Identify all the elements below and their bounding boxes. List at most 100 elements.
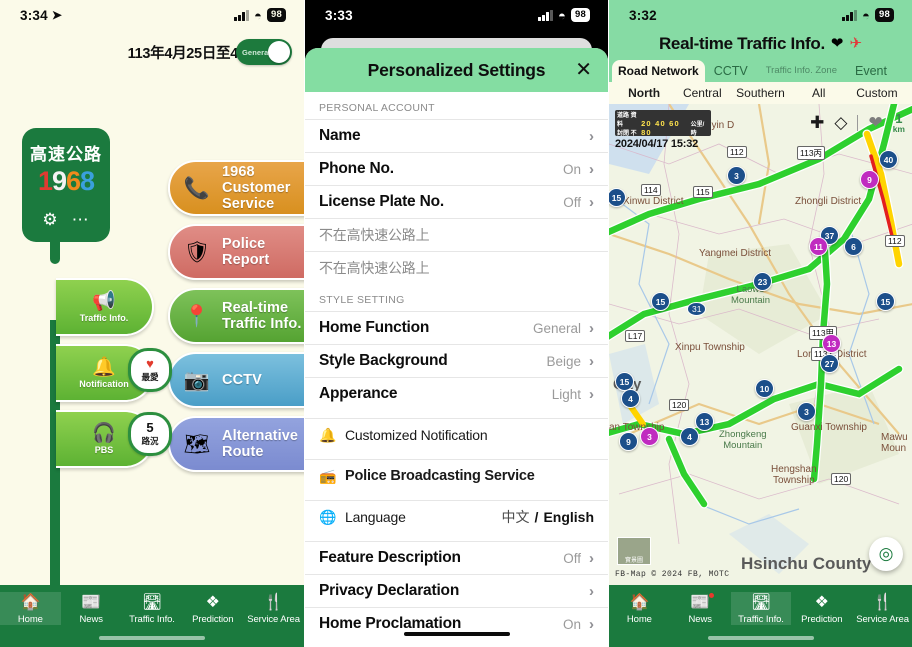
map-pin[interactable]: 9 [619, 432, 638, 451]
row-label: Phone No. [319, 160, 394, 177]
region-custom[interactable]: Custom [848, 86, 906, 100]
action-cctv[interactable]: 📷 CCTV [168, 352, 304, 408]
tab-cctv[interactable]: CCTV [705, 61, 757, 82]
setting-row-privacy-declaration[interactable]: Privacy Declaration › [305, 574, 608, 607]
map-pin[interactable]: 4 [680, 427, 699, 446]
tab-traffic-info[interactable]: 🛣 Traffic Info. [122, 592, 183, 626]
locate-icon[interactable]: ◎ [869, 537, 903, 571]
action-police-report[interactable]: 🛡 Police Report [168, 224, 304, 280]
map-pin[interactable]: 10 [755, 379, 774, 398]
language-option-english[interactable]: English [543, 509, 594, 525]
location-arrow-icon: ➤ [51, 8, 63, 22]
setting-row-style-background[interactable]: Style Background Beige › [305, 344, 608, 377]
mode-toggle-label: General [242, 47, 271, 57]
news-icon: 📰 [690, 594, 711, 611]
heart-icon[interactable]: ❤ [868, 113, 882, 133]
setting-row-feature-description[interactable]: Feature Description Off › [305, 541, 608, 574]
chevron-right-icon: › [589, 193, 594, 211]
action-label: 1968 Customer Service [222, 163, 291, 213]
page-title: Personalized Settings [367, 59, 546, 80]
tab-home[interactable]: 🏠 Home [609, 592, 670, 626]
badge-favorite[interactable]: ♥ 最愛 [128, 348, 172, 392]
status-time: 3:34 [20, 7, 48, 23]
map-pin[interactable]: 27 [820, 354, 839, 373]
map-pin[interactable]: 15 [876, 292, 895, 311]
action-customer-service[interactable]: 📞 1968 Customer Service [168, 160, 304, 216]
map-tab-bar: Road Network CCTV Traffic Info. Zone Eve… [609, 57, 912, 82]
map-photo-thumbnail[interactable]: 實景圖 [617, 537, 651, 565]
setting-row-phone-no[interactable]: Phone No. On › [305, 152, 608, 185]
map-pin[interactable]: 13 [695, 412, 714, 431]
row-label: Police Broadcasting Service [345, 468, 535, 484]
map-pin[interactable]: 23 [753, 272, 772, 291]
map-pin[interactable]: 11 [809, 237, 828, 256]
region-southern[interactable]: Southern [731, 86, 789, 100]
tab-service-area[interactable]: 🍴 Service Area [852, 592, 912, 626]
tab-news[interactable]: 📰 News [61, 592, 122, 626]
setting-row-language[interactable]: 🌐 Language 中文 / English [305, 500, 608, 533]
tab-home[interactable]: 🏠 Home [0, 585, 61, 640]
tab-road-network[interactable]: Road Network [612, 60, 705, 82]
route-shield: 120 [669, 399, 690, 411]
status-time: 3:33 [325, 7, 353, 23]
tab-news[interactable]: 📰 News [670, 592, 731, 625]
action-alternative-route[interactable]: 🗺 Alternative Route [168, 416, 304, 472]
map-pin[interactable]: 3 [640, 427, 659, 446]
phone-chat-icon: 📞 [183, 176, 211, 200]
action-label: Real-time Traffic Info. [222, 299, 302, 332]
map-pin[interactable]: 3 [727, 166, 746, 185]
map-pin[interactable]: 15 [651, 292, 670, 311]
tab-label: Prediction [801, 614, 843, 625]
setting-row-name[interactable]: Name › [305, 119, 608, 152]
route-slash-icon[interactable]: ✈ [849, 36, 862, 51]
move-target-icon[interactable]: ✚ [810, 114, 824, 131]
route-shield: L17 [625, 330, 646, 342]
chevron-right-icon: › [589, 615, 594, 633]
region-all[interactable]: All [790, 86, 848, 100]
region-north[interactable]: North [615, 86, 673, 100]
setting-row-license-plate-no[interactable]: License Plate No. Off › [305, 185, 608, 218]
tab-label: News [79, 614, 103, 625]
map-pin[interactable]: 6 [844, 237, 863, 256]
badge-top: 5 [146, 420, 154, 435]
megaphone-icon: 📢 [92, 290, 116, 312]
layers-icon[interactable]: ◇ [834, 114, 847, 131]
map-pin[interactable]: 40 [879, 150, 898, 169]
tab-event[interactable]: Event [846, 61, 896, 82]
brand-column: 高速公路 1968 ⚙ ⋯ [22, 128, 110, 264]
sidebar-item-traffic-info[interactable]: 📢 Traffic Info. [56, 278, 154, 336]
map-pin[interactable]: 4 [621, 389, 640, 408]
setting-row-home-function[interactable]: Home Function General › [305, 311, 608, 344]
main-action-list: 📞 1968 Customer Service 🛡 Police Report … [168, 160, 304, 480]
mode-toggle[interactable]: General [236, 39, 292, 65]
badge-traffic-count[interactable]: 5 路況 [128, 412, 172, 456]
gear-icon[interactable]: ⚙ [42, 211, 57, 228]
language-option-chinese[interactable]: 中文 [502, 509, 530, 525]
map-canvas[interactable]: 道路 資料封閉 不足 20 40 60 80 公里/時 2024/04/17 1… [609, 104, 912, 647]
more-icon[interactable]: ⋯ [72, 211, 90, 228]
setting-row-customized-notification[interactable]: 🔔 Customized Notification [305, 418, 608, 451]
region-central[interactable]: Central [673, 86, 731, 100]
route-shield: 120 [831, 473, 852, 485]
section-header-personal-account: PERSONAL ACCOUNT [319, 102, 435, 114]
tab-service-area[interactable]: 🍴 Service Area [243, 592, 304, 626]
tab-prediction[interactable]: ❖ Prediction [182, 592, 243, 626]
map-pin[interactable]: 9 [860, 170, 879, 189]
map-pin[interactable]: 3 [797, 402, 816, 421]
row-label: Home Proclamation [319, 615, 462, 632]
tab-label: Traffic Info. [738, 614, 784, 625]
tab-prediction[interactable]: ❖ Prediction [791, 592, 852, 626]
setting-row-police-broadcasting[interactable]: 📻 Police Broadcasting Service [305, 459, 608, 492]
row-label: Customized Notification [345, 427, 488, 443]
fork-knife-icon: 🍴 [263, 594, 284, 611]
battery-badge: 98 [875, 8, 894, 22]
map-pin[interactable]: 13 [822, 334, 841, 353]
action-realtime-traffic[interactable]: 📍 Real-time Traffic Info. [168, 288, 304, 344]
tab-traffic-info[interactable]: 🛣 Traffic Info. [730, 585, 792, 640]
setting-row-apperance[interactable]: Apperance Light › [305, 377, 608, 410]
tab-traffic-info-zone[interactable]: Traffic Info. Zone [757, 62, 846, 82]
close-icon[interactable]: ✕ [575, 60, 592, 80]
heart-plus-icon[interactable]: ❤ [831, 36, 844, 51]
